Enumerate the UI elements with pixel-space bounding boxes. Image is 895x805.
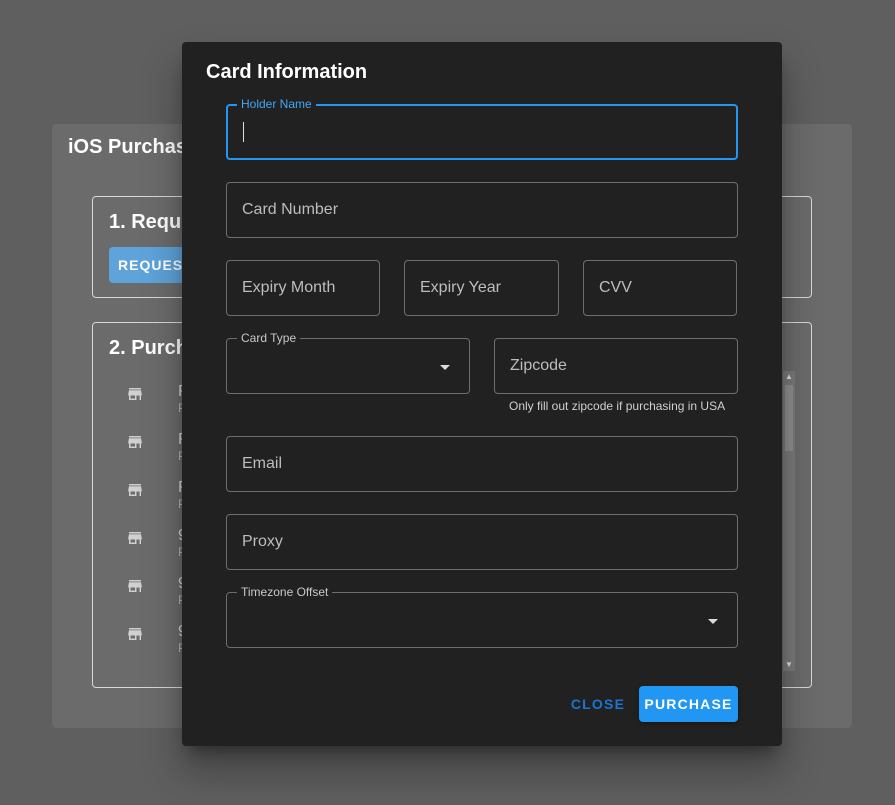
expiry-year-field[interactable]: Expiry Year (404, 260, 559, 316)
store-icon (128, 628, 142, 640)
proxy-placeholder: Proxy (242, 533, 283, 550)
card-number-field[interactable]: Card Number (226, 182, 738, 238)
expiry-month-placeholder: Expiry Month (242, 279, 336, 296)
card-type-select[interactable]: Card Type (226, 331, 470, 394)
request-section-title: 1. Reque (109, 211, 193, 233)
panel-title: iOS Purchase (68, 136, 199, 158)
cvv-field[interactable]: CVV (583, 260, 737, 316)
expiry-year-placeholder: Expiry Year (420, 279, 501, 296)
zipcode-placeholder: Zipcode (510, 357, 567, 374)
zipcode-field[interactable]: Zipcode (494, 338, 738, 394)
scrollbar-thumb[interactable] (785, 385, 793, 451)
cvv-placeholder: CVV (599, 279, 632, 296)
holder-name-label: Holder Name (237, 97, 316, 111)
timezone-offset-label: Timezone Offset (237, 585, 333, 599)
scroll-down-icon[interactable]: ▼ (785, 661, 793, 669)
card-number-placeholder: Card Number (242, 201, 339, 218)
close-button[interactable]: CLOSE (566, 686, 630, 722)
dialog-title: Card Information (206, 61, 368, 83)
store-icon (128, 484, 142, 496)
store-icon (128, 532, 142, 544)
card-type-label: Card Type (237, 331, 301, 345)
dropdown-arrow-icon (708, 619, 718, 624)
expiry-month-field[interactable]: Expiry Month (226, 260, 380, 316)
list-scrollbar[interactable]: ▲ ▼ (783, 371, 795, 671)
text-caret (243, 122, 244, 142)
zipcode-helper-text: Only fill out zipcode if purchasing in U… (509, 399, 726, 413)
card-information-dialog: Card Information Holder Name Card Number… (182, 42, 782, 746)
scroll-up-icon[interactable]: ▲ (785, 373, 793, 381)
email-field[interactable]: Email (226, 436, 738, 492)
email-placeholder: Email (242, 455, 283, 472)
purchase-button[interactable]: PURCHASE (639, 686, 738, 722)
store-icon (128, 436, 142, 448)
store-icon (128, 388, 142, 400)
holder-name-field[interactable]: Holder Name (226, 97, 738, 160)
timezone-offset-select[interactable]: Timezone Offset (226, 585, 738, 648)
proxy-field[interactable]: Proxy (226, 514, 738, 570)
purchase-section-title: 2. Purch (109, 337, 188, 359)
store-icon (128, 580, 142, 592)
dropdown-arrow-icon (440, 365, 450, 370)
